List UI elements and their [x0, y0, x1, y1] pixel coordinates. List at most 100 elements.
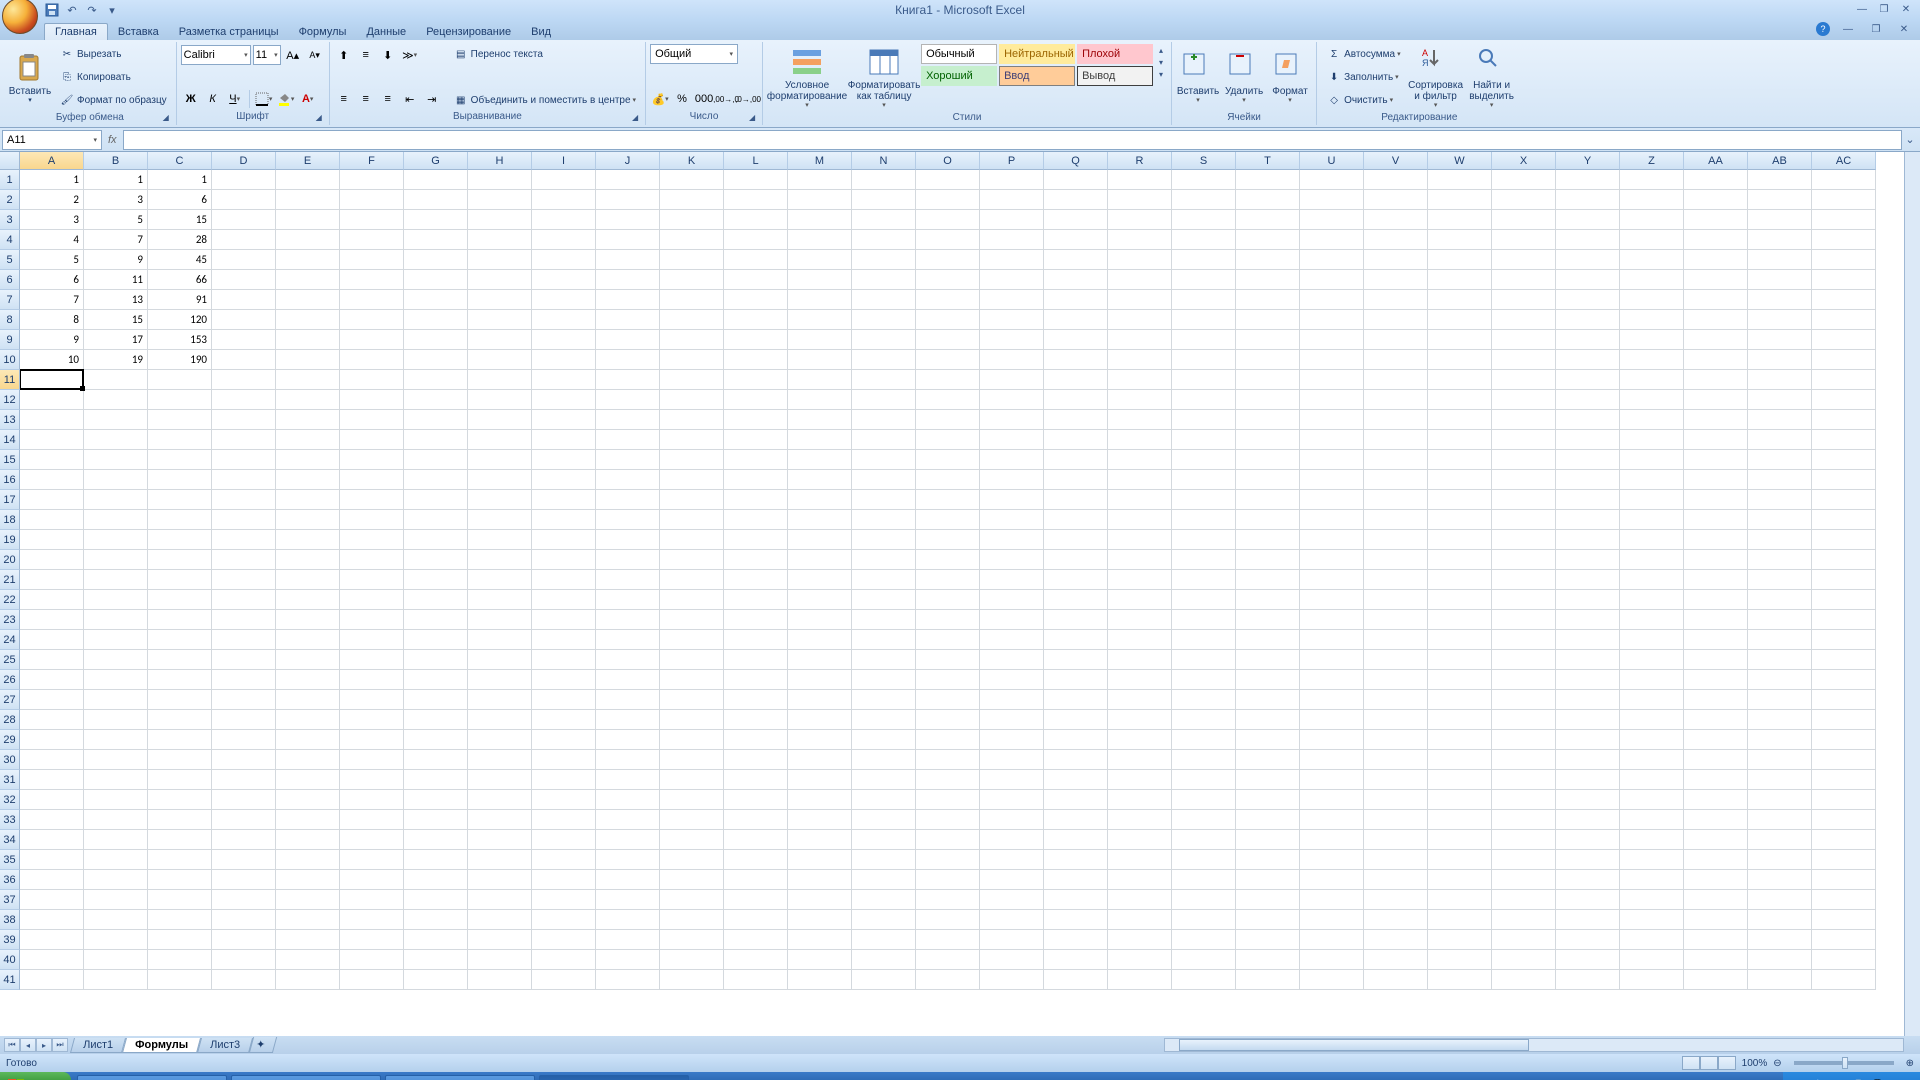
- cell[interactable]: [84, 490, 148, 510]
- cell[interactable]: [148, 870, 212, 890]
- cell[interactable]: [1556, 630, 1620, 650]
- cell[interactable]: [1172, 250, 1236, 270]
- cell[interactable]: [596, 290, 660, 310]
- cell[interactable]: [980, 370, 1044, 390]
- cell[interactable]: [276, 450, 340, 470]
- cell[interactable]: [148, 490, 212, 510]
- cell[interactable]: [1236, 610, 1300, 630]
- cell[interactable]: [20, 510, 84, 530]
- cell[interactable]: [212, 590, 276, 610]
- cell[interactable]: [980, 450, 1044, 470]
- cell[interactable]: [1812, 750, 1876, 770]
- cell[interactable]: [980, 850, 1044, 870]
- cell[interactable]: [212, 850, 276, 870]
- cell[interactable]: [84, 430, 148, 450]
- cell[interactable]: [1684, 490, 1748, 510]
- cell[interactable]: [1492, 910, 1556, 930]
- cell[interactable]: [1364, 390, 1428, 410]
- cell[interactable]: [1172, 930, 1236, 950]
- cell[interactable]: [20, 470, 84, 490]
- cell[interactable]: [404, 930, 468, 950]
- cell[interactable]: [1108, 210, 1172, 230]
- cell[interactable]: [1236, 530, 1300, 550]
- cell[interactable]: [20, 810, 84, 830]
- cell[interactable]: [148, 950, 212, 970]
- cell[interactable]: [660, 550, 724, 570]
- cell[interactable]: [596, 570, 660, 590]
- cell[interactable]: [84, 730, 148, 750]
- cell[interactable]: [1300, 750, 1364, 770]
- cell[interactable]: [788, 590, 852, 610]
- column-header[interactable]: R: [1108, 152, 1172, 170]
- cell[interactable]: [404, 730, 468, 750]
- cell[interactable]: [1364, 370, 1428, 390]
- row-header[interactable]: 11: [0, 370, 20, 390]
- cell[interactable]: [1492, 730, 1556, 750]
- cell[interactable]: [404, 310, 468, 330]
- cell[interactable]: [1812, 710, 1876, 730]
- cell[interactable]: [1364, 550, 1428, 570]
- cell[interactable]: [1236, 250, 1300, 270]
- cell[interactable]: [852, 590, 916, 610]
- cell[interactable]: [660, 430, 724, 450]
- cell[interactable]: [1812, 310, 1876, 330]
- cell[interactable]: [1748, 830, 1812, 850]
- cell[interactable]: [724, 790, 788, 810]
- cell[interactable]: [1684, 850, 1748, 870]
- cell[interactable]: [468, 170, 532, 190]
- cell[interactable]: 11: [84, 270, 148, 290]
- cell[interactable]: [1364, 870, 1428, 890]
- cell[interactable]: [532, 550, 596, 570]
- cell[interactable]: [916, 290, 980, 310]
- cell[interactable]: [1236, 650, 1300, 670]
- cell[interactable]: [340, 330, 404, 350]
- cell[interactable]: [276, 810, 340, 830]
- cell[interactable]: [852, 210, 916, 230]
- cell[interactable]: [1428, 410, 1492, 430]
- cell[interactable]: [1108, 630, 1172, 650]
- cell[interactable]: [724, 670, 788, 690]
- cell[interactable]: [1556, 350, 1620, 370]
- zoom-level[interactable]: 100%: [1742, 1058, 1768, 1069]
- cell[interactable]: [404, 770, 468, 790]
- cell[interactable]: [404, 950, 468, 970]
- cell[interactable]: [1556, 790, 1620, 810]
- cell[interactable]: [468, 590, 532, 610]
- cell[interactable]: [1044, 670, 1108, 690]
- cell[interactable]: [404, 350, 468, 370]
- column-header[interactable]: N: [852, 152, 916, 170]
- cell[interactable]: [532, 590, 596, 610]
- cell[interactable]: [1044, 610, 1108, 630]
- cell[interactable]: [1300, 530, 1364, 550]
- cell[interactable]: [404, 190, 468, 210]
- cell[interactable]: [980, 470, 1044, 490]
- cell[interactable]: [1492, 590, 1556, 610]
- cell[interactable]: [1748, 510, 1812, 530]
- cell[interactable]: [340, 370, 404, 390]
- cell[interactable]: [788, 190, 852, 210]
- cell[interactable]: [980, 250, 1044, 270]
- cell[interactable]: [276, 250, 340, 270]
- font-dialog-icon[interactable]: ◢: [313, 113, 325, 125]
- cell[interactable]: [404, 470, 468, 490]
- cell[interactable]: [660, 890, 724, 910]
- cell[interactable]: [724, 770, 788, 790]
- row-header[interactable]: 10: [0, 350, 20, 370]
- cell[interactable]: [1044, 590, 1108, 610]
- cell[interactable]: [1044, 850, 1108, 870]
- cell[interactable]: [212, 550, 276, 570]
- horizontal-scrollbar[interactable]: [1164, 1038, 1904, 1052]
- new-sheet-button[interactable]: ✦: [249, 1037, 277, 1053]
- cell[interactable]: [468, 230, 532, 250]
- cell[interactable]: [1620, 930, 1684, 950]
- cell[interactable]: [596, 370, 660, 390]
- cell[interactable]: [148, 890, 212, 910]
- cell[interactable]: [1556, 310, 1620, 330]
- cell[interactable]: [1812, 210, 1876, 230]
- cell[interactable]: [404, 750, 468, 770]
- cell[interactable]: [1748, 950, 1812, 970]
- row-header[interactable]: 25: [0, 650, 20, 670]
- cell[interactable]: [468, 470, 532, 490]
- decrease-decimal-icon[interactable]: ,0→,00: [738, 89, 758, 109]
- cell[interactable]: [1428, 450, 1492, 470]
